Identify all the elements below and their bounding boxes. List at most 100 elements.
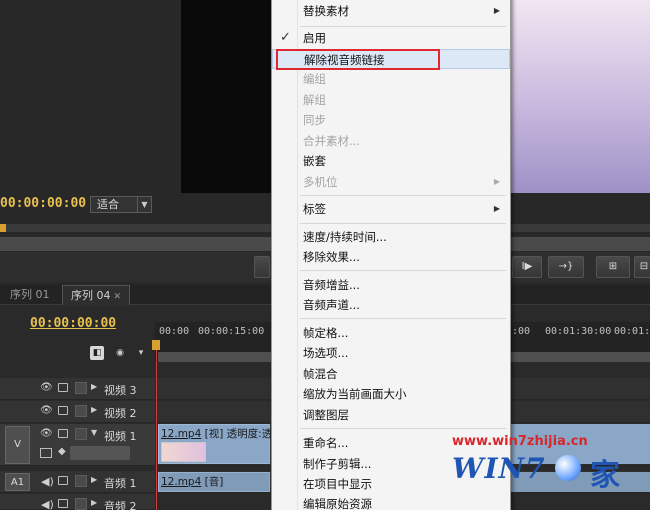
track-audio-2[interactable]: ◀) ▶ 音频 2 [0, 494, 155, 510]
menu-item-label: 多机位 [303, 175, 338, 189]
menu-item-field-options[interactable]: 场选项... [272, 343, 510, 363]
audio-clip[interactable]: 12.mp4 [音] [158, 472, 270, 492]
submenu-arrow-icon: ▶ [493, 177, 500, 186]
ruler-label: 00:00 [159, 326, 190, 337]
checkmark-icon: ✓ [280, 30, 291, 45]
expand-triangle-icon[interactable]: ▶ [91, 405, 97, 414]
menu-item-label: 合并素材... [303, 134, 360, 148]
menu-item-audio-channels[interactable]: 音频声道... [272, 295, 510, 315]
menu-item-sync[interactable]: 同步 [272, 110, 510, 130]
lock-toggle[interactable] [75, 475, 87, 487]
sequence-timecode[interactable]: 00:00:00:00 [30, 316, 116, 331]
transport-button-left[interactable] [254, 256, 270, 278]
tab-sequence-04[interactable]: 序列 04 ✕ [62, 285, 131, 305]
go-to-out-button[interactable]: →} [548, 256, 584, 278]
menu-item-audio-gain[interactable]: 音频增益... [272, 275, 510, 295]
lift-button[interactable]: ⊞ [596, 256, 630, 278]
program-timecode[interactable]: 00:00:00:00 [0, 196, 86, 211]
menu-item-multicam[interactable]: 多机位 ▶ [272, 172, 510, 192]
menu-item-remove-effects[interactable]: 移除效果... [272, 247, 510, 267]
menu-item-label: 帧定格... [303, 326, 349, 340]
menu-item-label: 速度/持续时间... [303, 230, 387, 244]
expand-triangle-icon[interactable]: ▶ [91, 498, 97, 507]
lock-toggle[interactable] [75, 428, 87, 440]
track-audio-1[interactable]: A1 ◀) ▶ 音频 1 [0, 471, 155, 493]
eye-icon[interactable]: 👁 [40, 382, 53, 393]
track-video-2[interactable]: 👁 ▶ 视频 2 [0, 401, 155, 423]
menu-item-enable[interactable]: ✓ 启用 [272, 28, 510, 48]
menu-item-ungroup[interactable]: 解组 [272, 90, 510, 110]
keyframe-navigator[interactable] [70, 446, 130, 460]
track-label: 音频 1 [104, 477, 137, 490]
menu-item-edit-original[interactable]: 编辑原始资源 [272, 494, 510, 510]
ruler-label: 00:01:30:00 [545, 326, 612, 337]
expand-triangle-icon[interactable]: ▶ [91, 382, 97, 391]
eye-icon[interactable]: 👁 [40, 428, 53, 439]
timeline-playhead-handle[interactable] [152, 340, 160, 350]
snap-icon[interactable]: ◧ [90, 346, 104, 360]
submenu-arrow-icon: ▶ [493, 204, 500, 213]
extract-button[interactable]: ⊟ [634, 256, 650, 278]
menu-item-group[interactable]: 编组 [272, 69, 510, 89]
menu-item-replace-footage[interactable]: 替换素材 ▶ [272, 1, 510, 21]
extract-icon: ⊟ [639, 261, 649, 272]
menu-separator [300, 223, 506, 224]
timeline-playhead-line[interactable] [156, 340, 157, 510]
menu-item-nest[interactable]: 嵌套 [272, 151, 510, 171]
source-slot-v[interactable]: V [5, 426, 30, 464]
menu-item-label: 场选项... [303, 346, 349, 360]
film-icon[interactable] [58, 383, 68, 392]
track-video-1[interactable]: V 👁 ▼ 视频 1 ◆ [0, 424, 155, 466]
annotation-highlight-box [276, 49, 440, 70]
menu-item-label: 同步 [303, 113, 326, 127]
clip-effect: 透明度:透 [226, 428, 273, 440]
video-clip[interactable]: 12.mp4 [视] 透明度:透 [158, 424, 272, 464]
menu-item-label: 制作子剪辑... [303, 457, 372, 471]
lock-toggle[interactable] [75, 405, 87, 417]
menu-item-label: 调整图层 [303, 408, 349, 422]
film-icon[interactable] [58, 429, 68, 438]
menu-item-scale-to-frame[interactable]: 缩放为当前画面大小 [272, 384, 510, 404]
clip-file: 12.mp4 [161, 476, 202, 488]
eye-icon[interactable]: 👁 [40, 405, 53, 416]
clip-label: 12.mp4 [视] 透明度:透 [161, 426, 272, 441]
film-icon[interactable] [58, 406, 68, 415]
menu-item-speed-duration[interactable]: 速度/持续时间... [272, 227, 510, 247]
ruler-label: :00 [512, 326, 531, 337]
menu-separator [300, 270, 506, 271]
source-slot-a1[interactable]: A1 [5, 473, 30, 491]
step-forward-button[interactable]: I▶ [512, 256, 542, 278]
marker-icon[interactable]: ◉ [113, 346, 127, 360]
fit-dropdown-label: 适合 [97, 198, 119, 211]
menu-separator [300, 26, 506, 27]
menu-item-frame-hold[interactable]: 帧定格... [272, 323, 510, 343]
film-icon[interactable] [58, 476, 68, 485]
tab-sequence-01[interactable]: 序列 01 [2, 285, 58, 305]
menu-item-adjustment-layer[interactable]: 调整图层 [272, 405, 510, 425]
clip-thumbnail [161, 442, 206, 462]
close-icon[interactable]: ✕ [114, 292, 122, 302]
program-video-frame [181, 0, 271, 193]
lock-toggle[interactable] [75, 498, 87, 510]
speaker-icon[interactable]: ◀) [41, 498, 54, 510]
expand-triangle-icon[interactable]: ▼ [91, 428, 97, 437]
display-style-icon[interactable] [40, 448, 52, 458]
program-playhead[interactable] [0, 224, 6, 232]
menu-item-label-color[interactable]: 标签 ▶ [272, 199, 510, 219]
speaker-icon[interactable]: ◀) [41, 475, 54, 488]
menu-item-label: 移除效果... [303, 250, 360, 264]
fit-dropdown[interactable]: 适合 ▼ [90, 196, 152, 213]
menu-separator [300, 195, 506, 196]
menu-item-frame-blend[interactable]: 帧混合 [272, 364, 510, 384]
menu-separator [300, 318, 506, 319]
windows-orb-icon [555, 455, 581, 481]
keyframe-icon[interactable]: ▾ [134, 346, 148, 360]
keyframe-diamond-icon[interactable]: ◆ [58, 446, 66, 457]
menu-item-merge-clips[interactable]: 合并素材... [272, 131, 510, 151]
clip-file: 12.mp4 [161, 428, 202, 440]
track-video-3[interactable]: 👁 ▶ 视频 3 [0, 378, 155, 400]
menu-item-label: 音频声道... [303, 298, 360, 312]
lock-toggle[interactable] [75, 382, 87, 394]
film-icon[interactable] [58, 499, 68, 508]
expand-triangle-icon[interactable]: ▶ [91, 475, 97, 484]
